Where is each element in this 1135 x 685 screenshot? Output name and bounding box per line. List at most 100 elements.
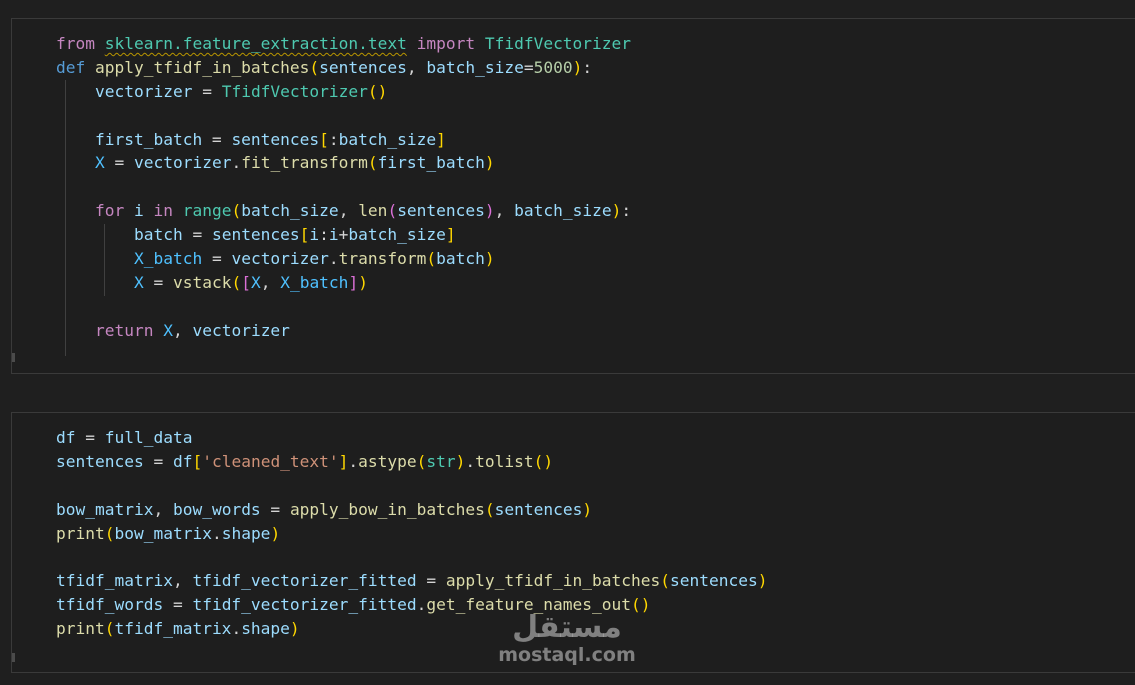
code-token: apply_bow_in_batches (289, 499, 485, 519)
code-line[interactable]: first_batch = sentences[:batch_size] (56, 128, 631, 152)
code-token: ( (231, 272, 242, 292)
code-token: range (182, 201, 232, 221)
code-token: : (621, 201, 632, 221)
code-token: def (56, 57, 86, 77)
code-cell-1[interactable]: from sklearn.feature_extraction.text imp… (11, 18, 1135, 374)
code-editor[interactable]: from sklearn.feature_extraction.text imp… (56, 32, 631, 343)
code-line[interactable]: bow_matrix, bow_words = apply_bow_in_bat… (56, 498, 767, 522)
code-line[interactable]: def apply_tfidf_in_batches(sentences, ba… (56, 56, 631, 80)
code-line[interactable]: tfidf_words = tfidf_vectorizer_fitted.ge… (56, 593, 767, 617)
code-token: ( (660, 571, 671, 591)
code-token: = (104, 153, 134, 173)
code-token: fit_transform (241, 153, 368, 173)
code-token: [ (319, 129, 329, 149)
code-token: = (163, 595, 193, 615)
code-line[interactable] (56, 104, 631, 128)
code-token: ) (289, 619, 300, 639)
code-token: print (56, 523, 105, 543)
cell-gutter-marker (12, 353, 15, 362)
code-line[interactable]: df = full_data (56, 426, 767, 450)
code-token: , (406, 57, 427, 77)
code-token: len (358, 201, 388, 221)
code-token: df (172, 451, 193, 471)
code-line[interactable]: print(bow_matrix.shape) (56, 522, 767, 546)
code-line[interactable]: for i in range(batch_size, len(sentences… (56, 199, 631, 223)
code-token: () (367, 81, 388, 101)
code-token: batch_size (241, 201, 339, 221)
code-line[interactable]: X = vectorizer.fit_transform(first_batch… (56, 151, 631, 175)
code-token: sentences (670, 571, 758, 591)
code-token: str (426, 451, 456, 471)
code-token: batch (436, 249, 485, 269)
code-token: sentences (211, 225, 300, 245)
code-token: batch (133, 225, 183, 245)
code-token: bow_matrix (56, 499, 154, 519)
code-line[interactable]: print(tfidf_matrix.shape) (56, 617, 767, 641)
code-line[interactable]: batch = sentences[i:i+batch_size] (56, 223, 631, 247)
code-token: transform (338, 249, 427, 269)
code-token: sentences (56, 451, 144, 471)
code-line[interactable]: X_batch = vectorizer.transform(batch) (56, 247, 631, 271)
code-line[interactable] (56, 295, 631, 319)
code-line[interactable]: tfidf_matrix, tfidf_vectorizer_fitted = … (56, 569, 767, 593)
code-line[interactable]: vectorizer = TfidfVectorizer() (56, 80, 631, 104)
code-line[interactable]: from sklearn.feature_extraction.text imp… (56, 32, 631, 56)
code-line[interactable] (56, 474, 767, 498)
code-token: ( (231, 201, 242, 221)
code-token: sentences (231, 129, 320, 149)
code-token: , (172, 571, 193, 591)
code-token: . (231, 153, 242, 173)
code-token: = (182, 225, 212, 245)
code-token: sentences (494, 499, 583, 519)
code-token: bow_words (172, 499, 261, 519)
code-line[interactable]: X = vstack([X, X_batch]) (56, 271, 631, 295)
code-token: X (250, 272, 261, 292)
code-token: . (231, 619, 242, 639)
code-token: shape (241, 619, 290, 639)
code-line[interactable] (56, 545, 767, 569)
code-token: = (143, 451, 173, 471)
code-token: ] (445, 225, 456, 245)
code-token: return (94, 320, 154, 340)
code-token: batch_size (348, 225, 446, 245)
code-token: ( (309, 57, 320, 77)
code-token: ( (426, 249, 437, 269)
code-token: = (260, 499, 290, 519)
code-token: = (192, 81, 222, 101)
code-token: X (163, 320, 173, 340)
code-token: astype (358, 451, 417, 471)
code-line[interactable] (56, 175, 631, 199)
code-token: + (338, 225, 349, 245)
code-token: first_batch (377, 153, 485, 173)
code-token: i (309, 225, 320, 245)
code-token: tfidf_vectorizer_fitted (192, 571, 417, 591)
code-token: , (494, 201, 515, 221)
code-token: tfidf_words (56, 595, 164, 615)
code-token: tfidf_vectorizer_fitted (192, 595, 417, 615)
code-token: ) (484, 201, 495, 221)
code-token: 'cleaned_text' (202, 451, 339, 471)
code-token: = (523, 57, 534, 77)
code-token: vectorizer (192, 320, 290, 340)
code-token: = (416, 571, 446, 591)
code-token: : (319, 225, 329, 245)
code-token: ( (387, 201, 398, 221)
code-line[interactable]: sentences = df['cleaned_text'].astype(st… (56, 450, 767, 474)
code-editor[interactable]: df = full_data sentences = df['cleaned_te… (56, 426, 767, 641)
code-token: , (338, 201, 359, 221)
code-token: sentences (397, 201, 485, 221)
code-token: = (143, 272, 173, 292)
code-token: . (465, 451, 476, 471)
code-line[interactable]: return X, vectorizer (56, 319, 631, 343)
code-token: X (94, 153, 105, 173)
code-token: ) (358, 272, 368, 292)
code-token: print (56, 619, 105, 639)
code-token: tfidf_matrix (56, 571, 173, 591)
